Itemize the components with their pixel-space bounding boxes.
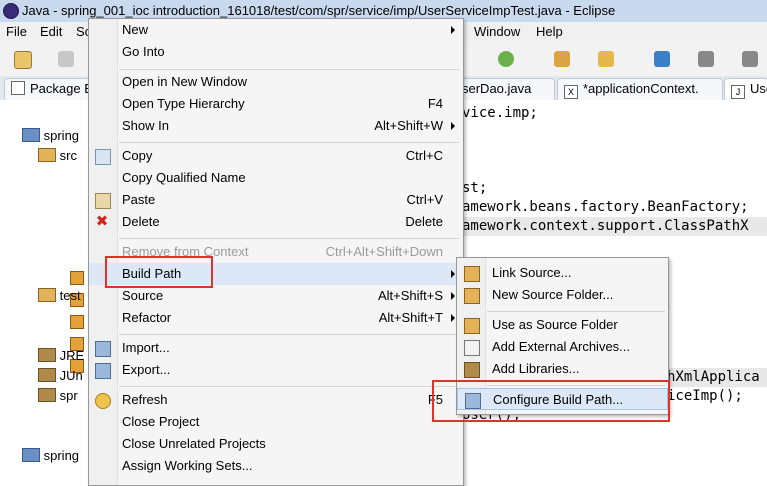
source-folder-icon <box>38 148 56 162</box>
menu-item-copy-qualified-name[interactable]: Copy Qualified Name <box>89 167 463 189</box>
eclipse-logo-icon <box>3 3 19 19</box>
submenu-item-new-source-folder[interactable]: New Source Folder... <box>457 284 668 306</box>
menu-separator <box>119 334 459 335</box>
menu-item-refactor[interactable]: Refactor Alt+Shift+T <box>89 307 463 329</box>
menu-item-copy[interactable]: Copy Ctrl+C <box>89 145 463 167</box>
delete-icon: ✖ <box>95 213 109 230</box>
project-folder-icon <box>22 128 40 142</box>
library-icon <box>38 388 56 402</box>
java-file-icon: J <box>731 85 745 99</box>
menu-separator <box>119 69 459 70</box>
menu-item-delete[interactable]: ✖ Delete Delete <box>89 211 463 233</box>
code-line: vice.imp; <box>462 105 538 121</box>
code-line: amework.beans.factory.BeanFactory; <box>462 199 749 215</box>
submenu-separator <box>487 311 665 312</box>
menu-item-refresh[interactable]: Refresh F5 <box>89 389 463 411</box>
tab-application-context[interactable]: X *applicationContext. <box>557 78 723 101</box>
menu-item-close-project[interactable]: Close Project <box>89 411 463 433</box>
project-folder-icon <box>22 448 40 462</box>
menu-item-open-type-hierarchy[interactable]: Open Type Hierarchy F4 <box>89 93 463 115</box>
package-icon <box>70 271 84 285</box>
xml-file-icon: X <box>564 85 578 99</box>
menu-separator <box>119 142 459 143</box>
submenu-arrow-icon <box>451 292 455 300</box>
submenu-arrow-icon <box>451 270 455 278</box>
submenu-item-add-libraries[interactable]: Add Libraries... <box>457 358 668 380</box>
copy-icon <box>95 149 111 165</box>
new-source-folder-icon <box>464 288 480 304</box>
paste-icon <box>95 193 111 209</box>
package-explorer-icon <box>11 81 25 95</box>
menu-item-open-new-window[interactable]: Open in New Window <box>89 71 463 93</box>
link-source-icon <box>464 266 480 282</box>
forward-icon[interactable] <box>698 51 714 67</box>
menu-item-export[interactable]: Export... <box>89 359 463 381</box>
refresh-icon <box>95 393 111 409</box>
test-folder-icon <box>38 288 56 302</box>
menu-edit[interactable]: Edit <box>40 24 62 39</box>
window-title: Java - spring_001_ioc introduction_16101… <box>22 3 616 18</box>
tree-item-junit[interactable]: JUn <box>30 366 83 386</box>
highlight-build-path <box>105 256 213 288</box>
back-icon[interactable] <box>742 51 758 67</box>
tree-item-jre[interactable]: JRE <box>30 346 84 366</box>
submenu-item-use-as-source-folder[interactable]: Use as Source Folder <box>457 314 668 336</box>
submenu-item-add-external-archives[interactable]: Add External Archives... <box>457 336 668 358</box>
open-type-icon[interactable] <box>554 51 570 67</box>
import-icon <box>95 341 111 357</box>
submenu-item-link-source[interactable]: Link Source... <box>457 262 668 284</box>
menu-item-close-unrelated[interactable]: Close Unrelated Projects <box>89 433 463 455</box>
navigate-icon[interactable] <box>654 51 670 67</box>
code-line: st; <box>462 180 488 196</box>
context-menu: New Go Into Open in New Window Open Type… <box>88 18 464 486</box>
export-icon <box>95 363 111 379</box>
menu-separator <box>119 386 459 387</box>
menu-file[interactable]: File <box>6 24 27 39</box>
tab-package-explorer[interactable]: Package E <box>4 78 90 101</box>
code-line: iceImp(); <box>667 388 743 404</box>
tree-item-project[interactable]: spring <box>14 126 79 146</box>
menu-item-new[interactable]: New <box>89 19 463 41</box>
code-line: amework.context.support.ClassPathX <box>462 217 767 236</box>
menu-item-paste[interactable]: Paste Ctrl+V <box>89 189 463 211</box>
submenu-arrow-icon <box>451 122 455 130</box>
menu-item-assign-working-sets[interactable]: Assign Working Sets... <box>89 455 463 477</box>
run-icon[interactable] <box>498 51 514 67</box>
menu-item-show-in[interactable]: Show In Alt+Shift+W <box>89 115 463 137</box>
library-icon <box>38 368 56 382</box>
tree-item-spring-lib[interactable]: spr <box>30 386 78 406</box>
tab-user-dao[interactable]: serDao.java <box>462 78 555 101</box>
tree-item-src[interactable]: src <box>30 146 77 166</box>
menu-item-import[interactable]: Import... <box>89 337 463 359</box>
library-icon <box>38 348 56 362</box>
new-icon[interactable] <box>14 51 32 69</box>
menu-window[interactable]: Window <box>474 24 520 39</box>
search-icon[interactable] <box>598 51 614 67</box>
code-line: hXmlApplica <box>667 368 767 387</box>
menu-separator <box>119 238 459 239</box>
submenu-arrow-icon <box>451 314 455 322</box>
package-explorer: spring src test JRE JUn spr spring <box>0 100 88 484</box>
tree-item-test[interactable]: test <box>30 286 81 306</box>
source-folder-icon <box>464 318 480 334</box>
menu-item-source[interactable]: Source Alt+Shift+S <box>89 285 463 307</box>
tree-item-project-2[interactable]: spring <box>14 446 79 466</box>
menu-item-go-into[interactable]: Go Into <box>89 41 463 63</box>
submenu-arrow-icon <box>451 26 455 34</box>
save-icon[interactable] <box>58 51 74 67</box>
menu-help[interactable]: Help <box>536 24 563 39</box>
tab-user-service[interactable]: JUse <box>724 78 767 101</box>
highlight-configure-build-path <box>432 380 670 422</box>
package-icon <box>70 315 84 329</box>
library-icon <box>464 362 480 378</box>
jar-icon <box>464 340 480 356</box>
